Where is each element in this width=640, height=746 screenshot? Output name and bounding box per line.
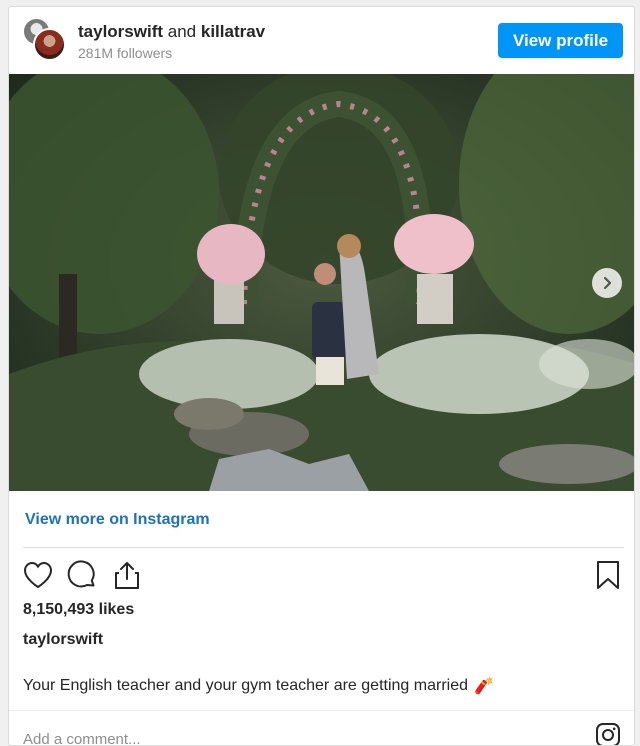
avatar-taylorswift[interactable] bbox=[33, 28, 66, 61]
firecracker-emoji-icon: 🧨 bbox=[474, 678, 494, 695]
caption-text: Your English teacher and your gym teache… bbox=[23, 677, 468, 694]
post-header: taylorswift and killatrav 281M followers… bbox=[9, 7, 634, 73]
like-button[interactable] bbox=[21, 559, 55, 591]
heart-icon bbox=[23, 561, 53, 589]
follower-count: 281M followers bbox=[78, 45, 173, 61]
bookmark-button[interactable] bbox=[593, 559, 623, 591]
divider bbox=[23, 547, 624, 548]
instagram-embed-card: taylorswift and killatrav 281M followers… bbox=[8, 6, 635, 746]
account-connector: and bbox=[167, 22, 197, 41]
next-photo-button[interactable] bbox=[592, 268, 622, 298]
account-names: taylorswift and killatrav bbox=[78, 22, 265, 42]
bookmark-icon bbox=[597, 561, 619, 589]
comment-button[interactable] bbox=[65, 559, 99, 591]
account-link-killatrav[interactable]: killatrav bbox=[201, 22, 265, 41]
share-icon bbox=[115, 562, 139, 589]
instagram-logo-icon[interactable] bbox=[595, 722, 621, 746]
post-caption: Your English teacher and your gym teache… bbox=[23, 676, 494, 696]
garden-proposal-photo bbox=[9, 74, 634, 491]
like-count[interactable]: 8,150,493 likes bbox=[23, 601, 134, 619]
chevron-right-icon bbox=[603, 276, 612, 290]
view-more-link[interactable]: View more on Instagram bbox=[25, 511, 210, 529]
avatar-stack[interactable] bbox=[22, 17, 68, 63]
post-photo[interactable] bbox=[9, 74, 634, 491]
comment-divider bbox=[9, 710, 634, 711]
share-button[interactable] bbox=[110, 559, 144, 591]
comment-icon bbox=[67, 560, 95, 588]
caption-username[interactable]: taylorswift bbox=[23, 631, 103, 649]
account-link-taylorswift[interactable]: taylorswift bbox=[78, 22, 163, 41]
view-profile-button[interactable]: View profile bbox=[498, 23, 623, 58]
